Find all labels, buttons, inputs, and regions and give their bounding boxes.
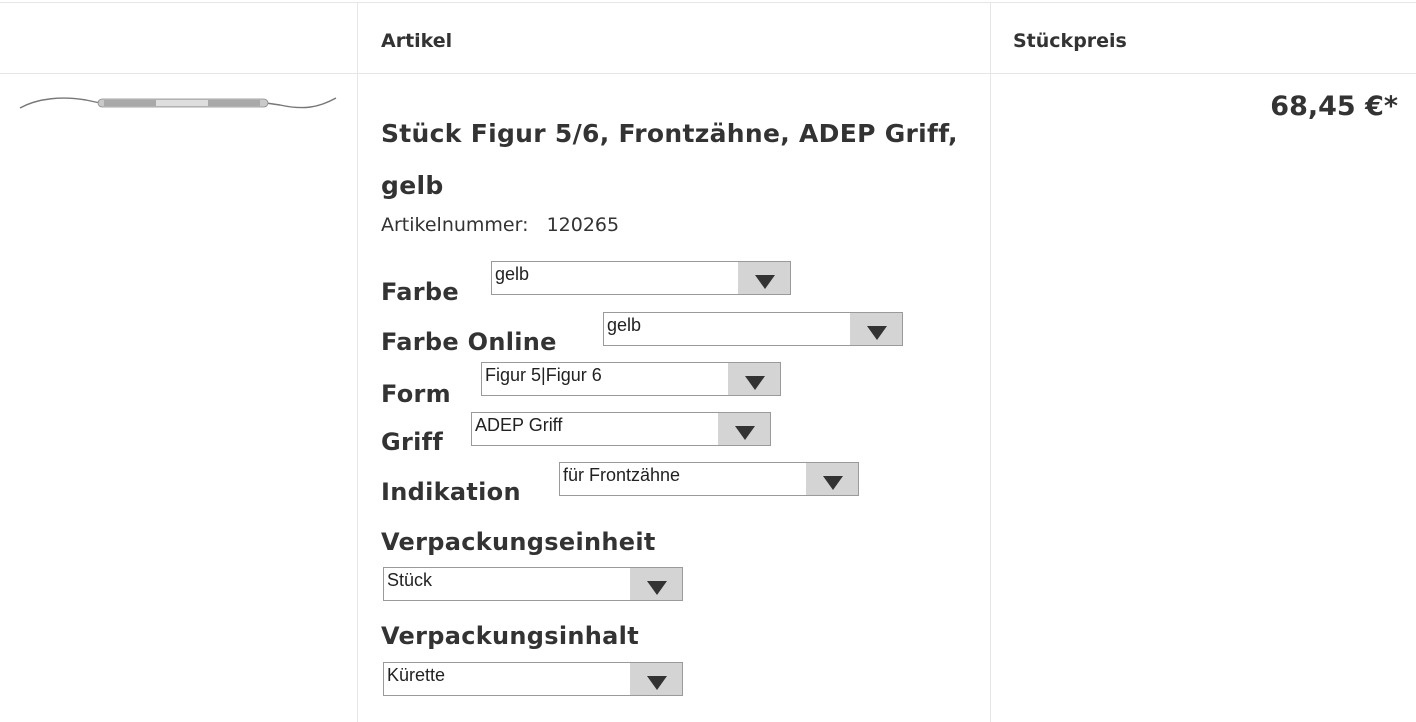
select-indikation[interactable]: für Frontzähne	[559, 462, 859, 496]
unit-price: 68,45 €*	[1270, 91, 1398, 122]
option-label-form: Form	[381, 380, 451, 408]
option-label-griff: Griff	[381, 428, 444, 456]
option-label-indikation: Indikation	[381, 478, 521, 506]
option-label-verpackungsinhalt: Verpackungsinhalt	[381, 622, 639, 650]
select-form[interactable]: Figur 5|Figur 6	[481, 362, 781, 396]
select-griff[interactable]: ADEP Griff	[471, 412, 771, 446]
option-label-farbe-online: Farbe Online	[381, 328, 557, 356]
option-label-farbe: Farbe	[381, 278, 459, 306]
chevron-down-icon	[738, 262, 790, 294]
chevron-down-icon	[630, 663, 682, 695]
column-header-unit-price: Stückpreis	[1013, 30, 1127, 52]
select-verpackungsinhalt-value: Kürette	[387, 665, 446, 685]
article-number-label: Artikelnummer:	[381, 214, 529, 236]
chevron-down-icon	[806, 463, 858, 495]
product-title[interactable]: Stück Figur 5/6, Frontzähne, ADEP Griff,…	[381, 108, 961, 212]
select-farbe[interactable]: gelb	[491, 261, 791, 295]
select-farbe-value: gelb	[495, 264, 530, 284]
column-header-article: Artikel	[381, 30, 453, 52]
select-farbe-online-value: gelb	[607, 315, 642, 335]
product-image[interactable]	[18, 86, 338, 120]
select-form-value: Figur 5|Figur 6	[485, 365, 602, 385]
column-divider	[990, 2, 991, 722]
table-top-border	[0, 2, 1416, 3]
chevron-down-icon	[728, 363, 780, 395]
option-label-verpackungseinheit: Verpackungseinheit	[381, 528, 656, 556]
select-farbe-online[interactable]: gelb	[603, 312, 903, 346]
article-number-value: 120265	[546, 214, 620, 236]
cart-table: Artikel Stückpreis Stück Figur 5/6, Fron…	[0, 0, 1416, 722]
chevron-down-icon	[630, 568, 682, 600]
select-griff-value: ADEP Griff	[475, 415, 563, 435]
column-divider	[357, 2, 358, 722]
article-number: Artikelnummer: 120265	[381, 214, 619, 236]
select-indikation-value: für Frontzähne	[563, 465, 681, 485]
select-verpackungseinheit[interactable]: Stück	[383, 567, 683, 601]
select-verpackungsinhalt[interactable]: Kürette	[383, 662, 683, 696]
select-verpackungseinheit-value: Stück	[387, 570, 433, 590]
chevron-down-icon	[850, 313, 902, 345]
chevron-down-icon	[718, 413, 770, 445]
header-divider	[0, 73, 1416, 74]
